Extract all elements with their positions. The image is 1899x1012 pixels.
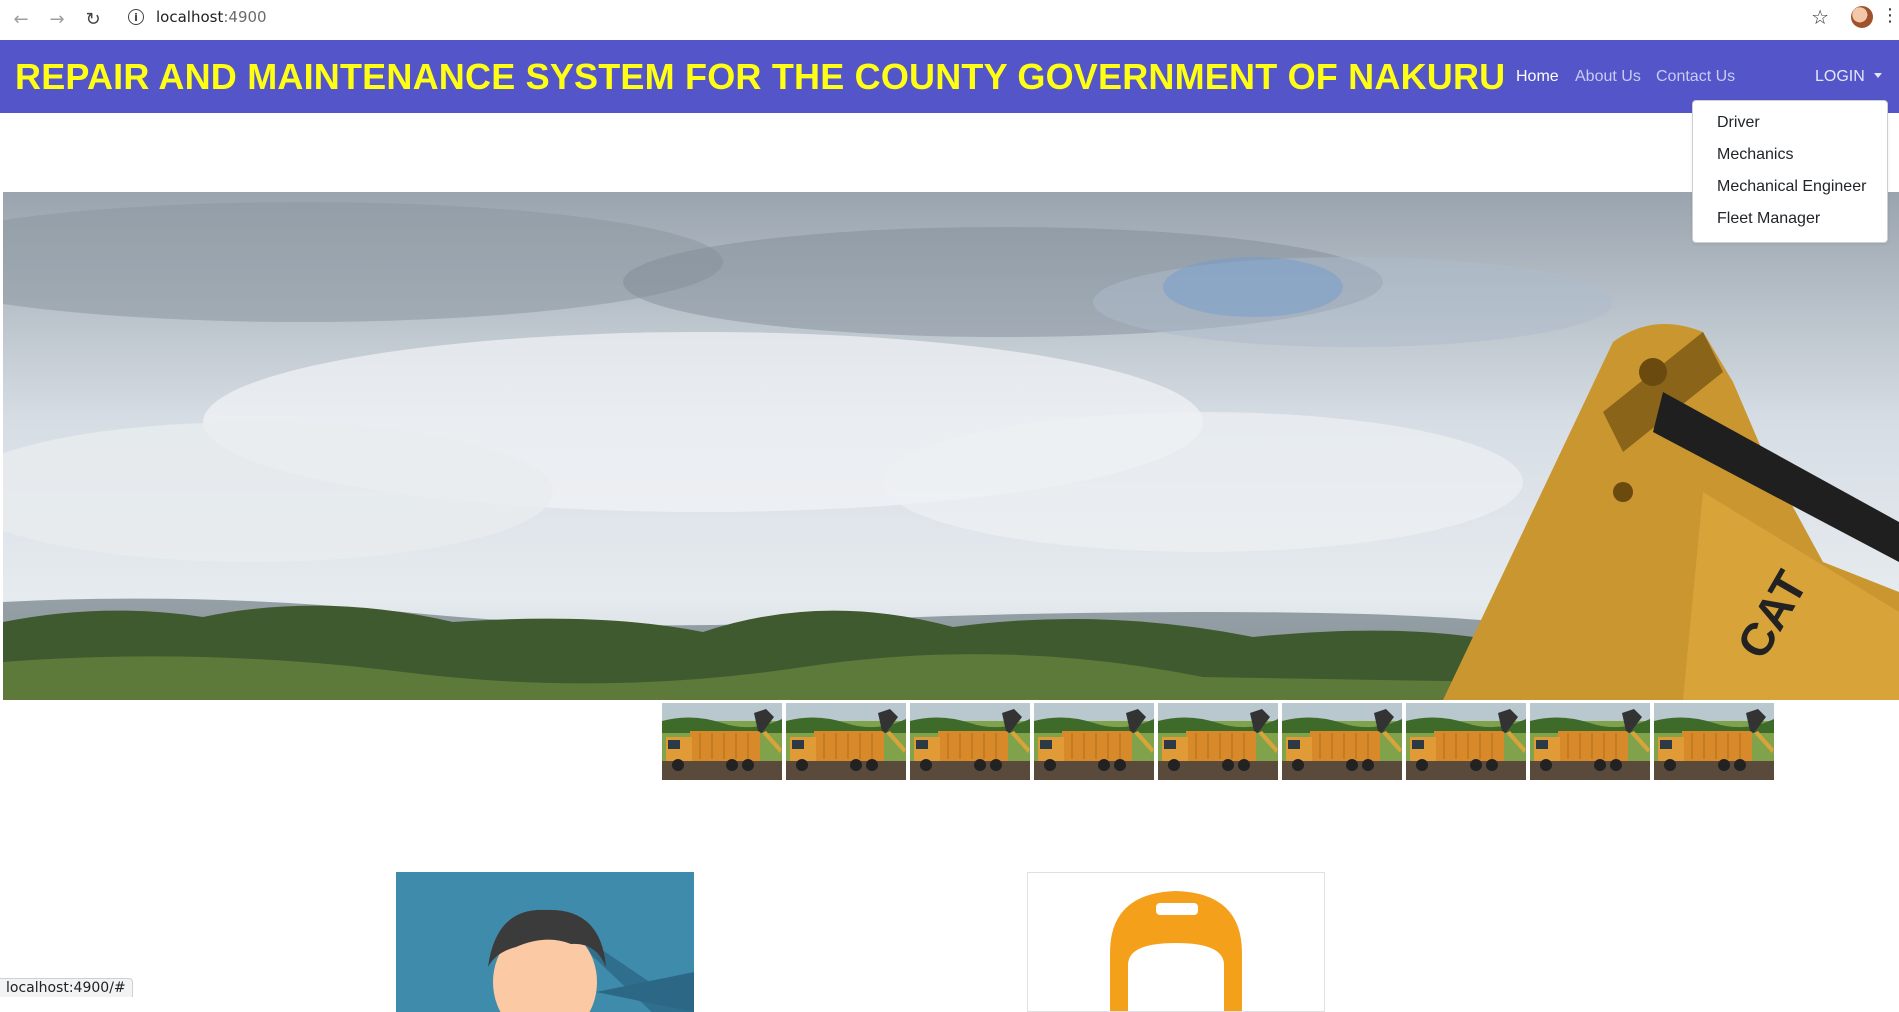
bookmark-star-icon[interactable]: ☆: [1811, 5, 1829, 29]
caret-down-icon: [1873, 73, 1882, 78]
site-brand-title[interactable]: REPAIR AND MAINTENANCE SYSTEM FOR THE CO…: [15, 56, 1505, 98]
profile-avatar[interactable]: [1851, 6, 1873, 28]
thumbnail-truck-image[interactable]: [1530, 703, 1650, 780]
login-dropdown-toggle[interactable]: LOGIN: [1815, 68, 1882, 86]
thumbnail-truck-image[interactable]: [662, 703, 782, 780]
address-bar[interactable]: localhost:4900: [156, 8, 267, 26]
back-icon[interactable]: ←: [10, 8, 32, 30]
url-host: localhost: [156, 8, 224, 26]
card-male-user-avatar[interactable]: [396, 872, 694, 1012]
card-hard-hat-avatar[interactable]: [1027, 872, 1325, 1012]
thumbnail-truck-image[interactable]: [1158, 703, 1278, 780]
thumbnail-truck-image[interactable]: [786, 703, 906, 780]
status-bar-url: localhost:4900/#: [0, 978, 133, 997]
dropdown-item-fleet-manager[interactable]: Fleet Manager: [1717, 210, 1820, 228]
thumbnail-truck-image[interactable]: [1654, 703, 1774, 780]
dropdown-item-driver[interactable]: Driver: [1717, 114, 1760, 132]
thumbnail-truck-image[interactable]: [1406, 703, 1526, 780]
browser-toolbar: ← → ↻ i localhost:4900 ☆ ⋮: [0, 0, 1899, 41]
dropdown-item-mechanics[interactable]: Mechanics: [1717, 146, 1793, 164]
nav-contact-link[interactable]: Contact Us: [1656, 68, 1735, 86]
thumbnail-truck-image[interactable]: [1034, 703, 1154, 780]
hero-image: CAT: [3, 192, 1899, 700]
dropdown-item-mechanical-engineer[interactable]: Mechanical Engineer: [1717, 178, 1866, 196]
site-info-icon[interactable]: i: [128, 9, 144, 25]
site-navbar: REPAIR AND MAINTENANCE SYSTEM FOR THE CO…: [0, 40, 1899, 113]
nav-home-link[interactable]: Home: [1516, 68, 1559, 86]
browser-menu-icon[interactable]: ⋮: [1881, 5, 1899, 26]
thumbnail-strip: [662, 703, 1774, 780]
login-dropdown-menu: Driver Mechanics Mechanical Engineer Fle…: [1692, 100, 1888, 243]
login-label: LOGIN: [1815, 68, 1865, 85]
url-port: :4900: [223, 8, 267, 26]
forward-icon[interactable]: →: [46, 8, 68, 30]
thumbnail-truck-image[interactable]: [910, 703, 1030, 780]
nav-about-link[interactable]: About Us: [1575, 68, 1641, 86]
reload-icon[interactable]: ↻: [82, 8, 104, 30]
thumbnail-truck-image[interactable]: [1282, 703, 1402, 780]
